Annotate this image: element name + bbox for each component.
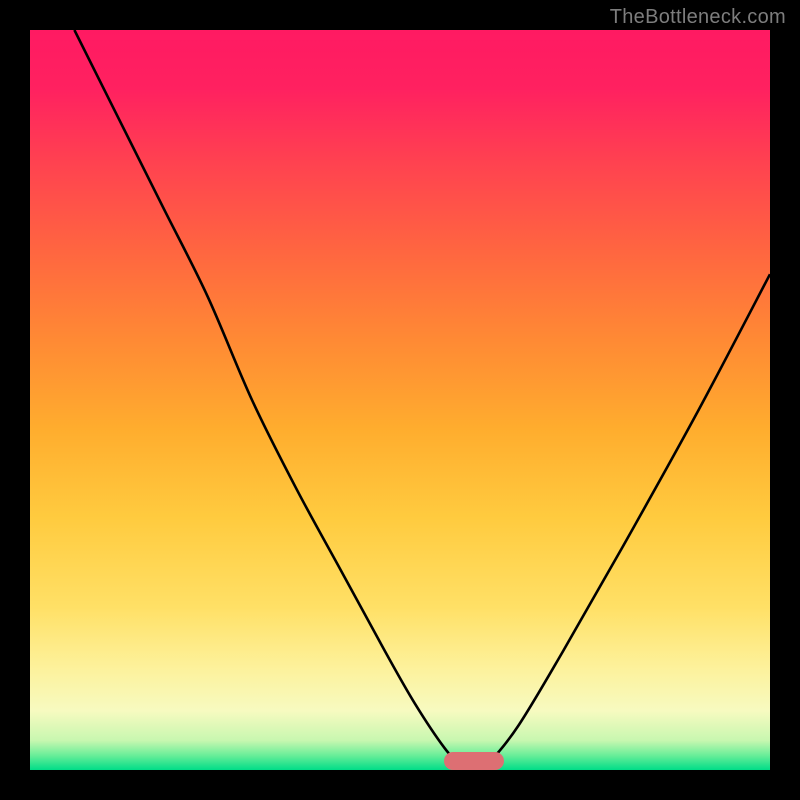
bottleneck-curve [30,30,770,770]
chart-frame: TheBottleneck.com [0,0,800,800]
optimum-marker [444,752,503,770]
watermark-text: TheBottleneck.com [610,6,786,29]
plot-area [30,30,770,770]
